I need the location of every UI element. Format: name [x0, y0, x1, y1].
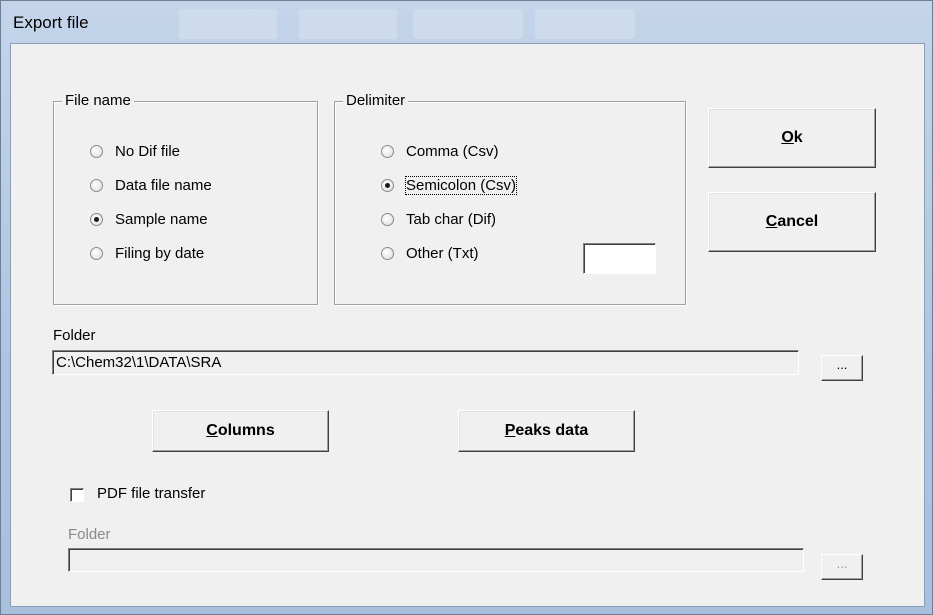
radio-button-icon[interactable]: [90, 246, 103, 260]
radio-label: Data file name: [115, 176, 212, 194]
radio-comma-csv[interactable]: Comma (Csv): [381, 140, 499, 162]
pdf-transfer-checkbox[interactable]: [70, 488, 84, 502]
folder-browse-button[interactable]: ...: [821, 355, 863, 381]
cancel-label: ancel: [777, 213, 819, 230]
background-blur: [413, 9, 523, 39]
radio-sample-name[interactable]: Sample name: [90, 208, 208, 230]
radio-button-icon[interactable]: [381, 246, 394, 260]
radio-label: Semicolon (Csv): [404, 175, 518, 195]
background-blur: [535, 9, 635, 39]
cancel-mnemonic: C: [765, 213, 778, 230]
pdf-folder-label: Folder: [68, 526, 111, 543]
pdf-folder-path-field: [68, 548, 804, 572]
radio-button-icon[interactable]: [90, 212, 103, 226]
pdf-folder-browse-button: ...: [821, 554, 863, 580]
peaks-label: eaks data: [515, 422, 589, 439]
background-blur: [179, 9, 277, 39]
folder-label: Folder: [53, 327, 96, 344]
dialog-window: Export file File name No Dif file Data f…: [0, 0, 933, 615]
radio-button-icon[interactable]: [381, 178, 394, 192]
columns-mnemonic: C: [206, 422, 218, 439]
columns-button[interactable]: Columns: [152, 410, 329, 452]
file-name-group-legend: File name: [62, 92, 134, 110]
other-delimiter-input[interactable]: [583, 243, 656, 274]
radio-other-txt[interactable]: Other (Txt): [381, 242, 479, 264]
radio-tab-char-dif[interactable]: Tab char (Dif): [381, 208, 496, 230]
pdf-transfer-label[interactable]: PDF file transfer: [97, 485, 205, 502]
radio-label: Comma (Csv): [406, 142, 499, 160]
delimiter-group-legend: Delimiter: [343, 92, 409, 110]
radio-semicolon-csv[interactable]: Semicolon (Csv): [381, 174, 518, 196]
folder-path-field[interactable]: C:\Chem32\1\DATA\SRA: [52, 350, 799, 375]
background-blur: [299, 9, 397, 39]
radio-data-file-name[interactable]: Data file name: [90, 174, 212, 196]
radio-label: Tab char (Dif): [406, 210, 497, 228]
radio-label: Sample name: [115, 210, 208, 228]
peaks-data-button[interactable]: Peaks data: [458, 410, 635, 452]
dialog-client-area: File name No Dif file Data file name Sam…: [10, 43, 925, 607]
radio-button-icon[interactable]: [90, 178, 103, 192]
radio-label: Other (Txt): [406, 244, 479, 262]
ok-button[interactable]: Ok: [708, 108, 876, 168]
radio-filing-by-date[interactable]: Filing by date: [90, 242, 204, 264]
radio-label: No Dif file: [115, 142, 181, 160]
radio-no-dif-file[interactable]: No Dif file: [90, 140, 180, 162]
peaks-mnemonic: P: [504, 422, 516, 439]
columns-label: olumns: [217, 422, 275, 439]
file-name-group: File name No Dif file Data file name Sam…: [53, 92, 318, 305]
cancel-button[interactable]: Cancel: [708, 192, 876, 252]
title-bar[interactable]: Export file: [1, 1, 932, 43]
radio-button-icon[interactable]: [90, 144, 103, 158]
delimiter-group: Delimiter Comma (Csv) Semicolon (Csv) Ta…: [334, 92, 686, 305]
ok-mnemonic: O: [781, 129, 794, 146]
radio-label: Filing by date: [115, 244, 205, 262]
radio-button-icon[interactable]: [381, 144, 394, 158]
radio-button-icon[interactable]: [381, 212, 394, 226]
ok-label: k: [793, 129, 803, 146]
window-title: Export file: [13, 13, 89, 32]
